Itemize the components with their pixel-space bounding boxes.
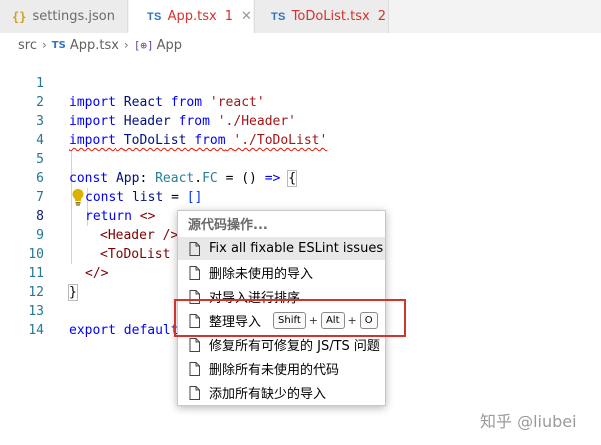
code-line: 1 import React from 'react' [0, 55, 601, 110]
problem-count-badge: 1 [224, 9, 234, 24]
document-icon [189, 241, 200, 256]
menu-item-remove-unused-code[interactable]: 删除所有未使用的代码 [178, 357, 385, 380]
tab-todolist-tsx[interactable]: TS ToDoList.tsx 2 [254, 0, 389, 33]
document-icon [189, 361, 200, 376]
tab-app-tsx[interactable]: TS App.tsx 1 ✕ [129, 0, 253, 33]
menu-item-add-missing-imports[interactable]: 添加所有缺少的导入 [178, 381, 385, 404]
tab-bar: {} settings.json TS App.tsx 1 ✕ TS ToDoL… [0, 0, 601, 33]
tab-label: settings.json [32, 9, 116, 24]
document-icon [189, 385, 200, 400]
keyword-token: default [123, 323, 179, 338]
watermark: 知乎 @liubei [480, 412, 577, 431]
menu-item-label: 删除所有未使用的代码 [209, 363, 340, 378]
menu-item-remove-unused-imports[interactable]: 删除未使用的导入 [178, 261, 385, 284]
breadcrumb-symbol[interactable]: App [157, 38, 182, 53]
menu-item-fix-eslint[interactable]: Fix all fixable ESLint issues [178, 237, 385, 260]
code-line: 4 [0, 112, 601, 148]
code-line: 3 import ToDoList from './ToDoList' [0, 93, 601, 148]
menu-item-label: 添加所有缺少的导入 [209, 387, 327, 402]
tab-label: App.tsx [167, 9, 217, 24]
code-line: 5 const App: React.FC = () => { [0, 131, 601, 187]
keyword-token: export [69, 323, 116, 338]
breadcrumb: src › TS App.tsx › [⊕] App [18, 36, 182, 54]
menu-item-label: 修复所有可修复的 JS/TS 问题 [209, 339, 380, 354]
document-icon [189, 337, 200, 352]
code-line: 7 return <> [0, 169, 601, 224]
highlight-annotation-box [174, 299, 406, 337]
breadcrumb-folder[interactable]: src [18, 38, 37, 53]
code-line: 6 const list = [] [0, 150, 601, 205]
symbol-variable-icon: [⊕] [133, 38, 154, 52]
code-line: 2 import Header from './Header' [0, 74, 601, 129]
chevron-right-icon: › [41, 38, 47, 52]
problem-count-badge: 2 [377, 9, 387, 24]
line-number: 14 [28, 323, 44, 338]
tab-label: ToDoList.tsx [291, 9, 370, 24]
typescript-file-icon: TS [271, 10, 286, 23]
lightbulb-icon[interactable] [71, 188, 85, 206]
chevron-right-icon: › [123, 38, 129, 52]
typescript-file-icon: TS [51, 39, 66, 51]
menu-item-label: 删除未使用的导入 [209, 267, 314, 282]
json-file-icon: {} [12, 9, 27, 24]
breadcrumb-file[interactable]: App.tsx [70, 38, 119, 53]
code-line: 8 <Header /> [0, 188, 601, 243]
tab-settings-json[interactable]: {} settings.json [0, 0, 128, 33]
menu-item-label: Fix all fixable ESLint issues [209, 241, 384, 256]
document-icon [189, 265, 200, 280]
typescript-file-icon: TS [147, 10, 162, 23]
close-icon[interactable]: ✕ [241, 9, 252, 24]
menu-title: 源代码操作... [188, 218, 268, 233]
